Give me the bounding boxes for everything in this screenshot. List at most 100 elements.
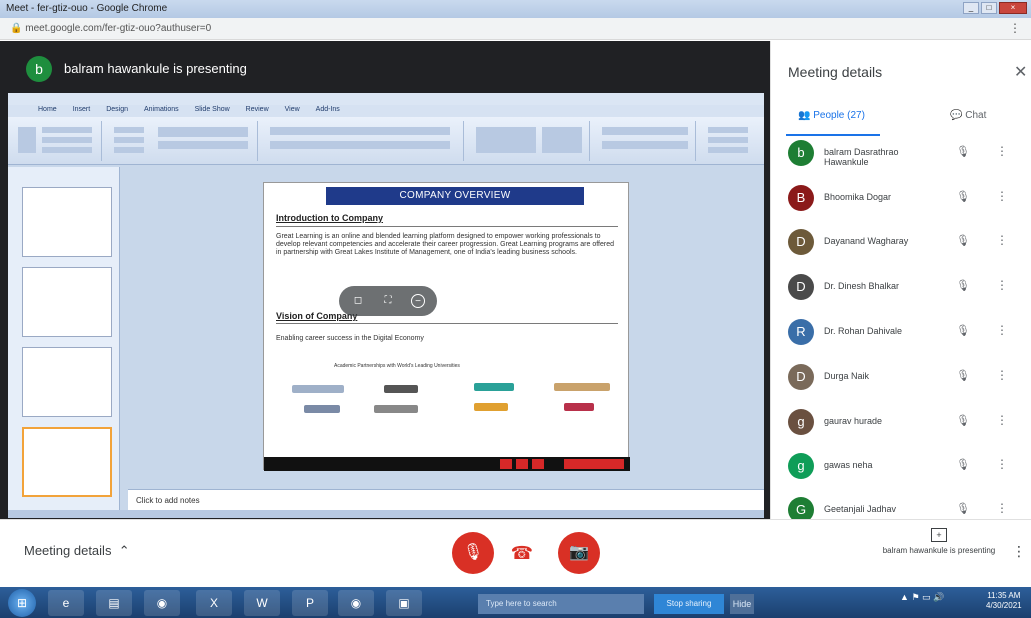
partner-logo xyxy=(292,385,344,393)
participant-row[interactable]: G Geetanjali Jadhav 🎙 ⋮ xyxy=(770,488,1031,519)
app-icon[interactable]: ▣ xyxy=(386,590,422,616)
more-vert-icon[interactable]: ⋮ xyxy=(996,323,1008,337)
more-vert-icon[interactable]: ⋮ xyxy=(996,413,1008,427)
excel-icon[interactable]: X xyxy=(196,590,232,616)
slide-header: COMPANY OVERVIEW xyxy=(326,187,584,205)
avatar: g xyxy=(788,453,814,479)
tab-people[interactable]: 👥 People (27) xyxy=(798,110,865,121)
hang-up-button[interactable]: ☎ xyxy=(508,540,536,566)
network-icon[interactable]: ▲ xyxy=(900,592,909,602)
chrome-icon[interactable]: ◉ xyxy=(144,590,180,616)
taskbar-search[interactable]: Type here to search xyxy=(478,594,644,614)
partner-logo xyxy=(304,405,340,413)
powerpoint-icon[interactable]: P xyxy=(292,590,328,616)
participant-row[interactable]: B Bhoomika Dogar 🎙 ⋮ xyxy=(770,176,1031,220)
mic-off-icon[interactable]: 🎙 xyxy=(956,234,970,247)
slide: COMPANY OVERVIEW Introduction to Company… xyxy=(263,182,630,471)
mic-off-icon[interactable]: 🎙 xyxy=(956,369,970,382)
clock-date: 4/30/2021 xyxy=(986,601,1022,610)
avatar: B xyxy=(788,185,814,211)
stop-sharing-button[interactable]: Stop sharing xyxy=(654,594,724,614)
participant-name: gaurav hurade xyxy=(824,416,883,426)
screen-overlay-controls: ◻ ⛶ − xyxy=(339,286,437,316)
clock-time: 11:35 AM xyxy=(987,591,1021,600)
more-vert-icon[interactable]: ⋮ xyxy=(1012,543,1026,560)
maximize-button[interactable]: □ xyxy=(981,2,997,14)
volume-icon[interactable]: 🔊 xyxy=(933,592,944,602)
camera-off-icon: 📷 xyxy=(569,544,589,561)
flag-icon[interactable]: ⚑ xyxy=(911,592,919,602)
mic-off-button[interactable]: 🎙 xyxy=(452,532,494,574)
participant-name: Dayanand Wagharay xyxy=(824,236,909,246)
mic-off-icon[interactable]: 🎙 xyxy=(956,145,970,158)
more-vert-icon[interactable]: ⋮ xyxy=(996,144,1008,158)
slide-thumbnails xyxy=(8,167,120,512)
mic-off-icon[interactable]: 🎙 xyxy=(956,324,970,337)
more-vert-icon[interactable]: ⋮ xyxy=(996,501,1008,515)
chrome-icon[interactable]: ◉ xyxy=(338,590,374,616)
participant-row[interactable]: b balram Dasrathrao Hawankule 🎙 ⋮ xyxy=(770,131,1031,175)
ppt-titlebar xyxy=(8,93,764,105)
mic-off-icon[interactable]: 🎙 xyxy=(956,279,970,292)
browser-titlebar: Meet - fer-gtiz-ouo - Google Chrome _ □ … xyxy=(0,0,1031,18)
more-vert-icon[interactable]: ⋮ xyxy=(996,233,1008,247)
slide-thumbnail xyxy=(22,347,112,417)
system-tray[interactable]: ▲ ⚑ ▭ 🔊 xyxy=(900,592,944,603)
url-text[interactable]: meet.google.com/fer-gtiz-ouo?authuser=0 xyxy=(25,23,211,34)
fullscreen-icon[interactable]: ⛶ xyxy=(381,294,395,308)
more-vert-icon[interactable]: ⋮ xyxy=(996,278,1008,292)
ppt-tab: Add-Ins xyxy=(315,106,340,113)
close-icon[interactable]: ✕ xyxy=(1014,62,1027,82)
present-button[interactable]: + balram hawankule is presenting xyxy=(880,528,998,580)
mic-off-icon[interactable]: 🎙 xyxy=(956,190,970,203)
start-button[interactable]: ⊞ xyxy=(8,589,36,617)
mic-off-icon: 🎙 xyxy=(462,544,484,561)
camera-off-button[interactable]: 📷 xyxy=(558,532,600,574)
notes-pane: Click to add notes xyxy=(128,489,764,511)
participant-row[interactable]: g gaurav hurade 🎙 ⋮ xyxy=(770,400,1031,444)
avatar: b xyxy=(788,140,814,166)
ribbon-group-drawing xyxy=(470,121,590,161)
participant-name: Geetanjali Jadhav xyxy=(824,504,897,514)
more-vert-icon[interactable]: ⋮ xyxy=(996,368,1008,382)
mic-off-icon[interactable]: 🎙 xyxy=(956,414,970,427)
mic-off-icon[interactable]: 🎙 xyxy=(956,502,970,515)
mic-off-icon[interactable]: 🎙 xyxy=(956,458,970,471)
ie-icon[interactable]: e xyxy=(48,590,84,616)
participant-row[interactable]: g gawas neha 🎙 ⋮ xyxy=(770,444,1031,488)
close-window-button[interactable]: × xyxy=(999,2,1027,14)
remove-icon[interactable]: − xyxy=(411,294,425,308)
participant-name: Dr. Rohan Dahivale xyxy=(824,326,903,336)
slide-divider xyxy=(276,323,618,324)
hide-button[interactable]: Hide xyxy=(730,594,754,614)
avatar: D xyxy=(788,229,814,255)
participant-row[interactable]: D Dr. Dinesh Bhalkar 🎙 ⋮ xyxy=(770,265,1031,309)
more-vert-icon[interactable]: ⋮ xyxy=(996,189,1008,203)
more-vert-icon[interactable]: ⋮ xyxy=(1009,21,1021,35)
participant-row[interactable]: D Dayanand Wagharay 🎙 ⋮ xyxy=(770,220,1031,264)
participant-row[interactable]: D Durga Naik 🎙 ⋮ xyxy=(770,355,1031,399)
display-icon[interactable]: ▭ xyxy=(922,592,931,602)
slide-thumbnail xyxy=(22,187,112,257)
avatar: D xyxy=(788,364,814,390)
pin-icon[interactable]: ◻ xyxy=(351,294,365,308)
ppt-ribbon xyxy=(8,117,764,165)
ribbon-group-slides xyxy=(108,121,258,161)
panel-title: Meeting details xyxy=(788,64,883,80)
slide-heading-intro: Introduction to Company xyxy=(276,213,383,223)
word-icon[interactable]: W xyxy=(244,590,280,616)
minimize-button[interactable]: _ xyxy=(963,2,979,14)
chat-icon: 💬 xyxy=(950,110,963,121)
present-screen-icon: + xyxy=(931,528,947,542)
participant-row[interactable]: R Dr. Rohan Dahivale 🎙 ⋮ xyxy=(770,310,1031,354)
window-controls: _ □ × xyxy=(963,2,1027,14)
participant-name: balram Dasrathrao Hawankule xyxy=(824,147,899,167)
participant-name: Durga Naik xyxy=(824,371,870,381)
more-vert-icon[interactable]: ⋮ xyxy=(996,457,1008,471)
address-bar[interactable]: 🔒 meet.google.com/fer-gtiz-ouo?authuser=… xyxy=(0,18,1031,40)
clock[interactable]: 11:35 AM 4/30/2021 xyxy=(986,591,1022,611)
meeting-details-button[interactable]: Meeting details ⌃ xyxy=(24,543,130,559)
tab-chat[interactable]: 💬 Chat xyxy=(950,110,986,121)
explorer-icon[interactable]: ▤ xyxy=(96,590,132,616)
ppt-tab: Review xyxy=(245,106,269,113)
